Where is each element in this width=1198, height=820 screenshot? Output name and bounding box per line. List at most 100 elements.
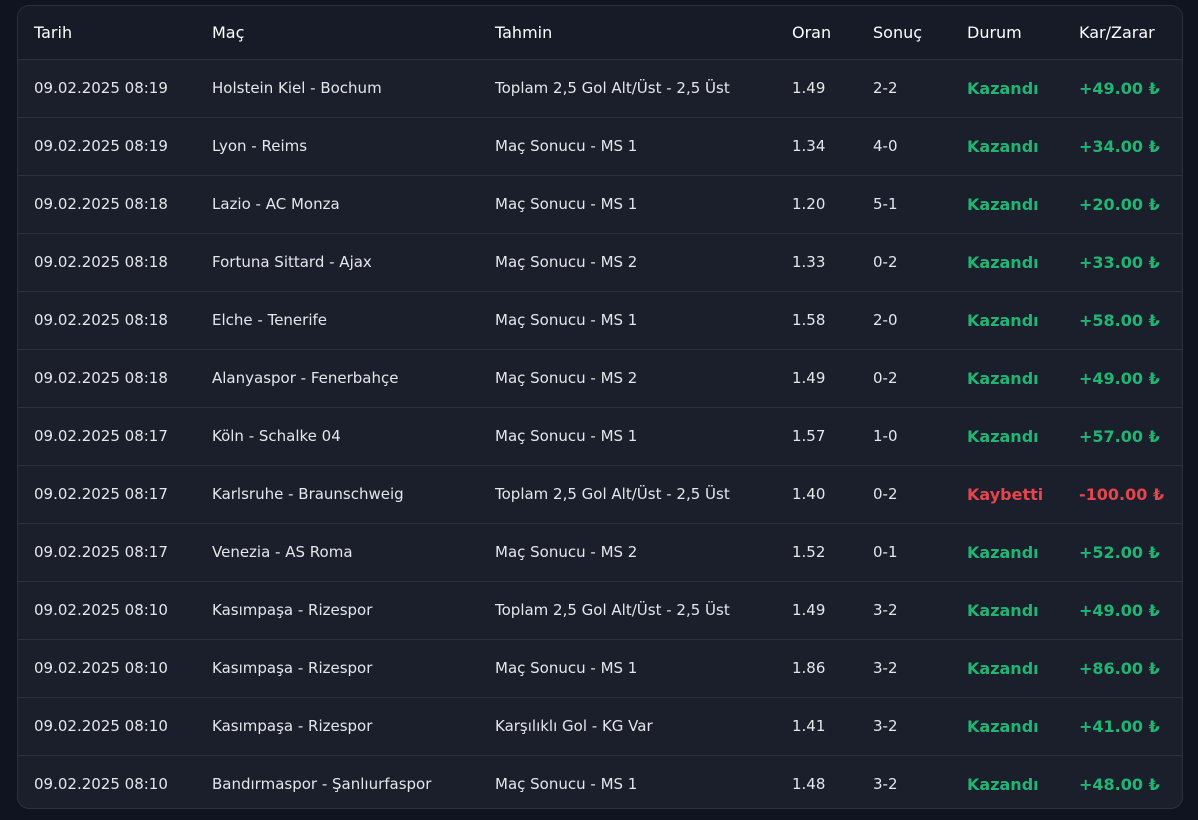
cell-date: 09.02.2025 08:17 — [34, 543, 168, 561]
cell-status: Kazandı — [967, 194, 1039, 214]
column-header-odds[interactable]: Oran — [776, 6, 857, 59]
cell-score: 4-0 — [873, 137, 898, 155]
column-header-match[interactable]: Maç — [196, 6, 479, 59]
table-header: Tarih Maç Tahmin Oran Sonuç Durum Kar/Za… — [18, 6, 1182, 59]
cell-match: Kasımpaşa - Rizespor — [212, 601, 373, 619]
column-header-score[interactable]: Sonuç — [857, 6, 951, 59]
table-row[interactable]: 09.02.2025 08:18 Alanyaspor - Fenerbahçe M… — [18, 349, 1182, 407]
cell-profit-loss: +20.00 ₺ — [1079, 194, 1160, 214]
table-row[interactable]: 09.02.2025 08:18 Elche - Tenerife Maç Sonu… — [18, 291, 1182, 349]
cell-profit-loss: -100.00 ₺ — [1079, 484, 1165, 504]
column-header-profit-loss[interactable]: Kar/Zarar — [1063, 6, 1182, 59]
table-row[interactable]: 09.02.2025 08:19 Holstein Kiel - Bochum To… — [18, 59, 1182, 117]
cell-score: 2-0 — [873, 311, 898, 329]
cell-odds: 1.20 — [792, 195, 826, 213]
cell-date: 09.02.2025 08:18 — [34, 195, 168, 213]
cell-status: Kazandı — [967, 658, 1039, 678]
cell-match: Alanyaspor - Fenerbahçe — [212, 369, 399, 387]
cell-match: Köln - Schalke 04 — [212, 427, 341, 445]
cell-odds: 1.49 — [792, 79, 826, 97]
cell-date: 09.02.2025 08:17 — [34, 427, 168, 445]
cell-score: 3-2 — [873, 601, 898, 619]
cell-date: 09.02.2025 08:19 — [34, 79, 168, 97]
cell-date: 09.02.2025 08:18 — [34, 369, 168, 387]
cell-prediction: Toplam 2,5 Gol Alt/Üst - 2,5 Üst — [495, 485, 730, 503]
cell-date: 09.02.2025 08:19 — [34, 137, 168, 155]
cell-match: Karlsruhe - Braunschweig — [212, 485, 404, 503]
cell-status: Kazandı — [967, 252, 1039, 272]
cell-date: 09.02.2025 08:10 — [34, 659, 168, 677]
table-row[interactable]: 09.02.2025 08:17 Venezia - AS Roma Maç Son… — [18, 523, 1182, 581]
cell-prediction: Maç Sonucu - MS 1 — [495, 659, 638, 677]
table-row[interactable]: 09.02.2025 08:19 Lyon - Reims Maç Sonucu -… — [18, 117, 1182, 175]
table-row[interactable]: 09.02.2025 08:17 Karlsruhe - Braunschweig… — [18, 465, 1182, 523]
cell-profit-loss: +34.00 ₺ — [1079, 136, 1160, 156]
table-row[interactable]: 09.02.2025 08:17 Köln - Schalke 04 Maç Son… — [18, 407, 1182, 465]
cell-prediction: Toplam 2,5 Gol Alt/Üst - 2,5 Üst — [495, 79, 730, 97]
table-row[interactable]: 09.02.2025 08:10 Kasımpaşa - Rizespor Topl… — [18, 581, 1182, 639]
cell-odds: 1.40 — [792, 485, 826, 503]
cell-match: Bandırmaspor - Şanlıurfaspor — [212, 775, 432, 794]
cell-prediction: Toplam 2,5 Gol Alt/Üst - 2,5 Üst — [495, 601, 730, 619]
table-row[interactable]: 09.02.2025 08:18 Fortuna Sittard - Ajax Ma… — [18, 233, 1182, 291]
cell-odds: 1.41 — [792, 717, 826, 735]
table-row[interactable]: 09.02.2025 08:10 Bandırmaspor - Şanlıurfa… — [18, 755, 1182, 808]
cell-score: 2-2 — [873, 79, 898, 97]
cell-odds: 1.49 — [792, 601, 826, 619]
cell-odds: 1.86 — [792, 659, 826, 677]
cell-match: Kasımpaşa - Rizespor — [212, 717, 373, 735]
cell-profit-loss: +41.00 ₺ — [1079, 716, 1160, 736]
cell-date: 09.02.2025 08:10 — [34, 775, 168, 794]
cell-profit-loss: +49.00 ₺ — [1079, 78, 1160, 98]
cell-odds: 1.58 — [792, 311, 826, 329]
cell-prediction: Karşılıklı Gol - KG Var — [495, 717, 653, 735]
cell-profit-loss: +33.00 ₺ — [1079, 252, 1160, 272]
column-header-prediction[interactable]: Tahmin — [479, 6, 776, 59]
cell-prediction: Maç Sonucu - MS 1 — [495, 137, 638, 155]
bet-history-table: Tarih Maç Tahmin Oran Sonuç Durum Kar/Za… — [18, 6, 1182, 808]
cell-match: Elche - Tenerife — [212, 311, 327, 329]
cell-prediction: Maç Sonucu - MS 1 — [495, 427, 638, 445]
cell-date: 09.02.2025 08:10 — [34, 717, 168, 735]
table-body: 09.02.2025 08:19 Holstein Kiel - Bochum To… — [18, 59, 1182, 808]
table-row[interactable]: 09.02.2025 08:10 Kasımpaşa - Rizespor Karş… — [18, 697, 1182, 755]
cell-prediction: Maç Sonucu - MS 1 — [495, 195, 638, 213]
cell-match: Fortuna Sittard - Ajax — [212, 253, 372, 271]
cell-prediction: Maç Sonucu - MS 2 — [495, 369, 638, 387]
cell-status: Kazandı — [967, 368, 1039, 388]
cell-score: 3-2 — [873, 659, 898, 677]
column-header-date[interactable]: Tarih — [18, 6, 196, 59]
cell-score: 5-1 — [873, 195, 898, 213]
cell-profit-loss: +86.00 ₺ — [1079, 658, 1160, 678]
cell-odds: 1.57 — [792, 427, 826, 445]
cell-score: 0-2 — [873, 369, 898, 387]
cell-prediction: Maç Sonucu - MS 2 — [495, 543, 638, 561]
cell-profit-loss: +52.00 ₺ — [1079, 542, 1160, 562]
cell-match: Venezia - AS Roma — [212, 543, 353, 561]
cell-profit-loss: +57.00 ₺ — [1079, 426, 1160, 446]
cell-prediction: Maç Sonucu - MS 1 — [495, 775, 638, 794]
cell-status: Kazandı — [967, 136, 1039, 156]
cell-profit-loss: +49.00 ₺ — [1079, 368, 1160, 388]
cell-score: 0-2 — [873, 253, 898, 271]
cell-status: Kaybetti — [967, 484, 1044, 504]
cell-score: 3-2 — [873, 717, 898, 735]
cell-profit-loss: +49.00 ₺ — [1079, 600, 1160, 620]
cell-profit-loss: +48.00 ₺ — [1079, 774, 1160, 794]
table-header-row: Tarih Maç Tahmin Oran Sonuç Durum Kar/Za… — [18, 6, 1182, 59]
cell-odds: 1.33 — [792, 253, 826, 271]
cell-match: Lyon - Reims — [212, 137, 308, 155]
cell-status: Kazandı — [967, 542, 1039, 562]
table-row[interactable]: 09.02.2025 08:10 Kasımpaşa - Rizespor Maç … — [18, 639, 1182, 697]
cell-score: 3-2 — [873, 775, 898, 794]
cell-match: Holstein Kiel - Bochum — [212, 79, 382, 97]
cell-date: 09.02.2025 08:10 — [34, 601, 168, 619]
cell-date: 09.02.2025 08:18 — [34, 253, 168, 271]
table-row[interactable]: 09.02.2025 08:18 Lazio - AC Monza Maç Sonu… — [18, 175, 1182, 233]
cell-date: 09.02.2025 08:17 — [34, 485, 168, 503]
cell-odds: 1.34 — [792, 137, 826, 155]
cell-odds: 1.49 — [792, 369, 826, 387]
cell-profit-loss: +58.00 ₺ — [1079, 310, 1160, 330]
cell-status: Kazandı — [967, 78, 1039, 98]
column-header-status[interactable]: Durum — [951, 6, 1063, 59]
